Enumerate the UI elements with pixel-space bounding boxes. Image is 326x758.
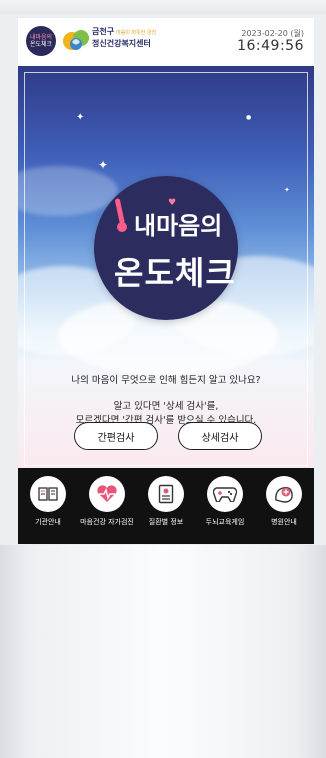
hero-panel: ✦ ✦ ✦ ● ♥ 내마음의 온도체크 나의 마음이 무엇으로 인해 힘든지 알… [18,66,314,468]
thermometer-icon [114,198,127,232]
menu-label: 질환별 정보 [148,518,184,526]
menu-item-disease-info[interactable]: 질환별 정보 [136,476,196,527]
menu-label: 마음건강 자가검진 [80,518,134,526]
menu-label: 기관안내 [35,518,61,526]
sparkle-icon: ✦ [76,112,85,123]
menu-item-brain-game[interactable]: 두뇌교육게임 [195,476,255,527]
app-badge-line2: 온도체크 [29,41,53,48]
menu-label: 병원안내 [271,518,297,526]
org-tagline: 마음이 따뜻한 금천 [116,30,157,36]
explain-line1: 알고 있다면 '상세 검사'를, [113,401,219,412]
time-display: 16:49:56 [237,38,304,54]
document-icon [148,476,184,512]
app-badge-line1: 내마음의 [29,34,53,41]
kiosk-screen: 내마음의 온도체크 금천구 마음이 따뜻한 금천 정신건강복지센터 2023-02… [18,18,314,544]
hospital-icon [266,476,302,512]
heart-pulse-icon [89,476,125,512]
org-name: 금천구 마음이 따뜻한 금천 정신건강복지센터 [92,27,156,49]
org-name-line2: 정신건강복지센터 [92,39,151,48]
detailed-test-button[interactable]: 상세검사 [178,422,262,450]
org-logo-icon [63,30,89,50]
menu-item-self-check[interactable]: 마음건강 자가검진 [77,476,137,527]
kiosk-lower-panel [0,545,326,758]
explain-line2: 모르겠다면 '간편 검사'를 받으실 수 있습니다. [75,415,257,426]
kiosk-body: 내마음의 온도체크 금천구 마음이 따뜻한 금천 정신건강복지센터 2023-02… [0,0,326,758]
app-badge-logo: 내마음의 온도체크 [26,26,56,56]
emblem-title-line2: 온도체크 [114,254,236,292]
temperature-check-emblem: ♥ 내마음의 온도체크 [94,176,238,320]
sparkle-icon: ✦ [284,186,290,194]
menu-item-hospital-info[interactable]: 병원안내 [254,476,314,527]
menu-item-institution-info[interactable]: 기관안내 [18,476,78,527]
menu-label: 두뇌교육게임 [205,518,245,526]
simple-test-button[interactable]: 간편검사 [74,422,158,450]
sparkle-icon: ● [246,114,252,121]
org-name-line1: 금천구 [92,27,115,36]
book-icon [30,476,66,512]
header: 내마음의 온도체크 금천구 마음이 따뜻한 금천 정신건강복지센터 2023-02… [18,18,314,66]
bottom-menu: 기관안내 마음건강 자가검진 질환별 정보 두뇌교육게임 병원안내 [18,468,314,544]
sparkle-icon: ✦ [98,158,109,172]
gamepad-icon [207,476,243,512]
kiosk-top-edge [0,0,326,14]
explain-text: 알고 있다면 '상세 검사'를, 모르겠다면 '간편 검사'를 받으실 수 있습… [18,368,314,428]
emblem-title-line1: 내마음의 [134,212,223,240]
